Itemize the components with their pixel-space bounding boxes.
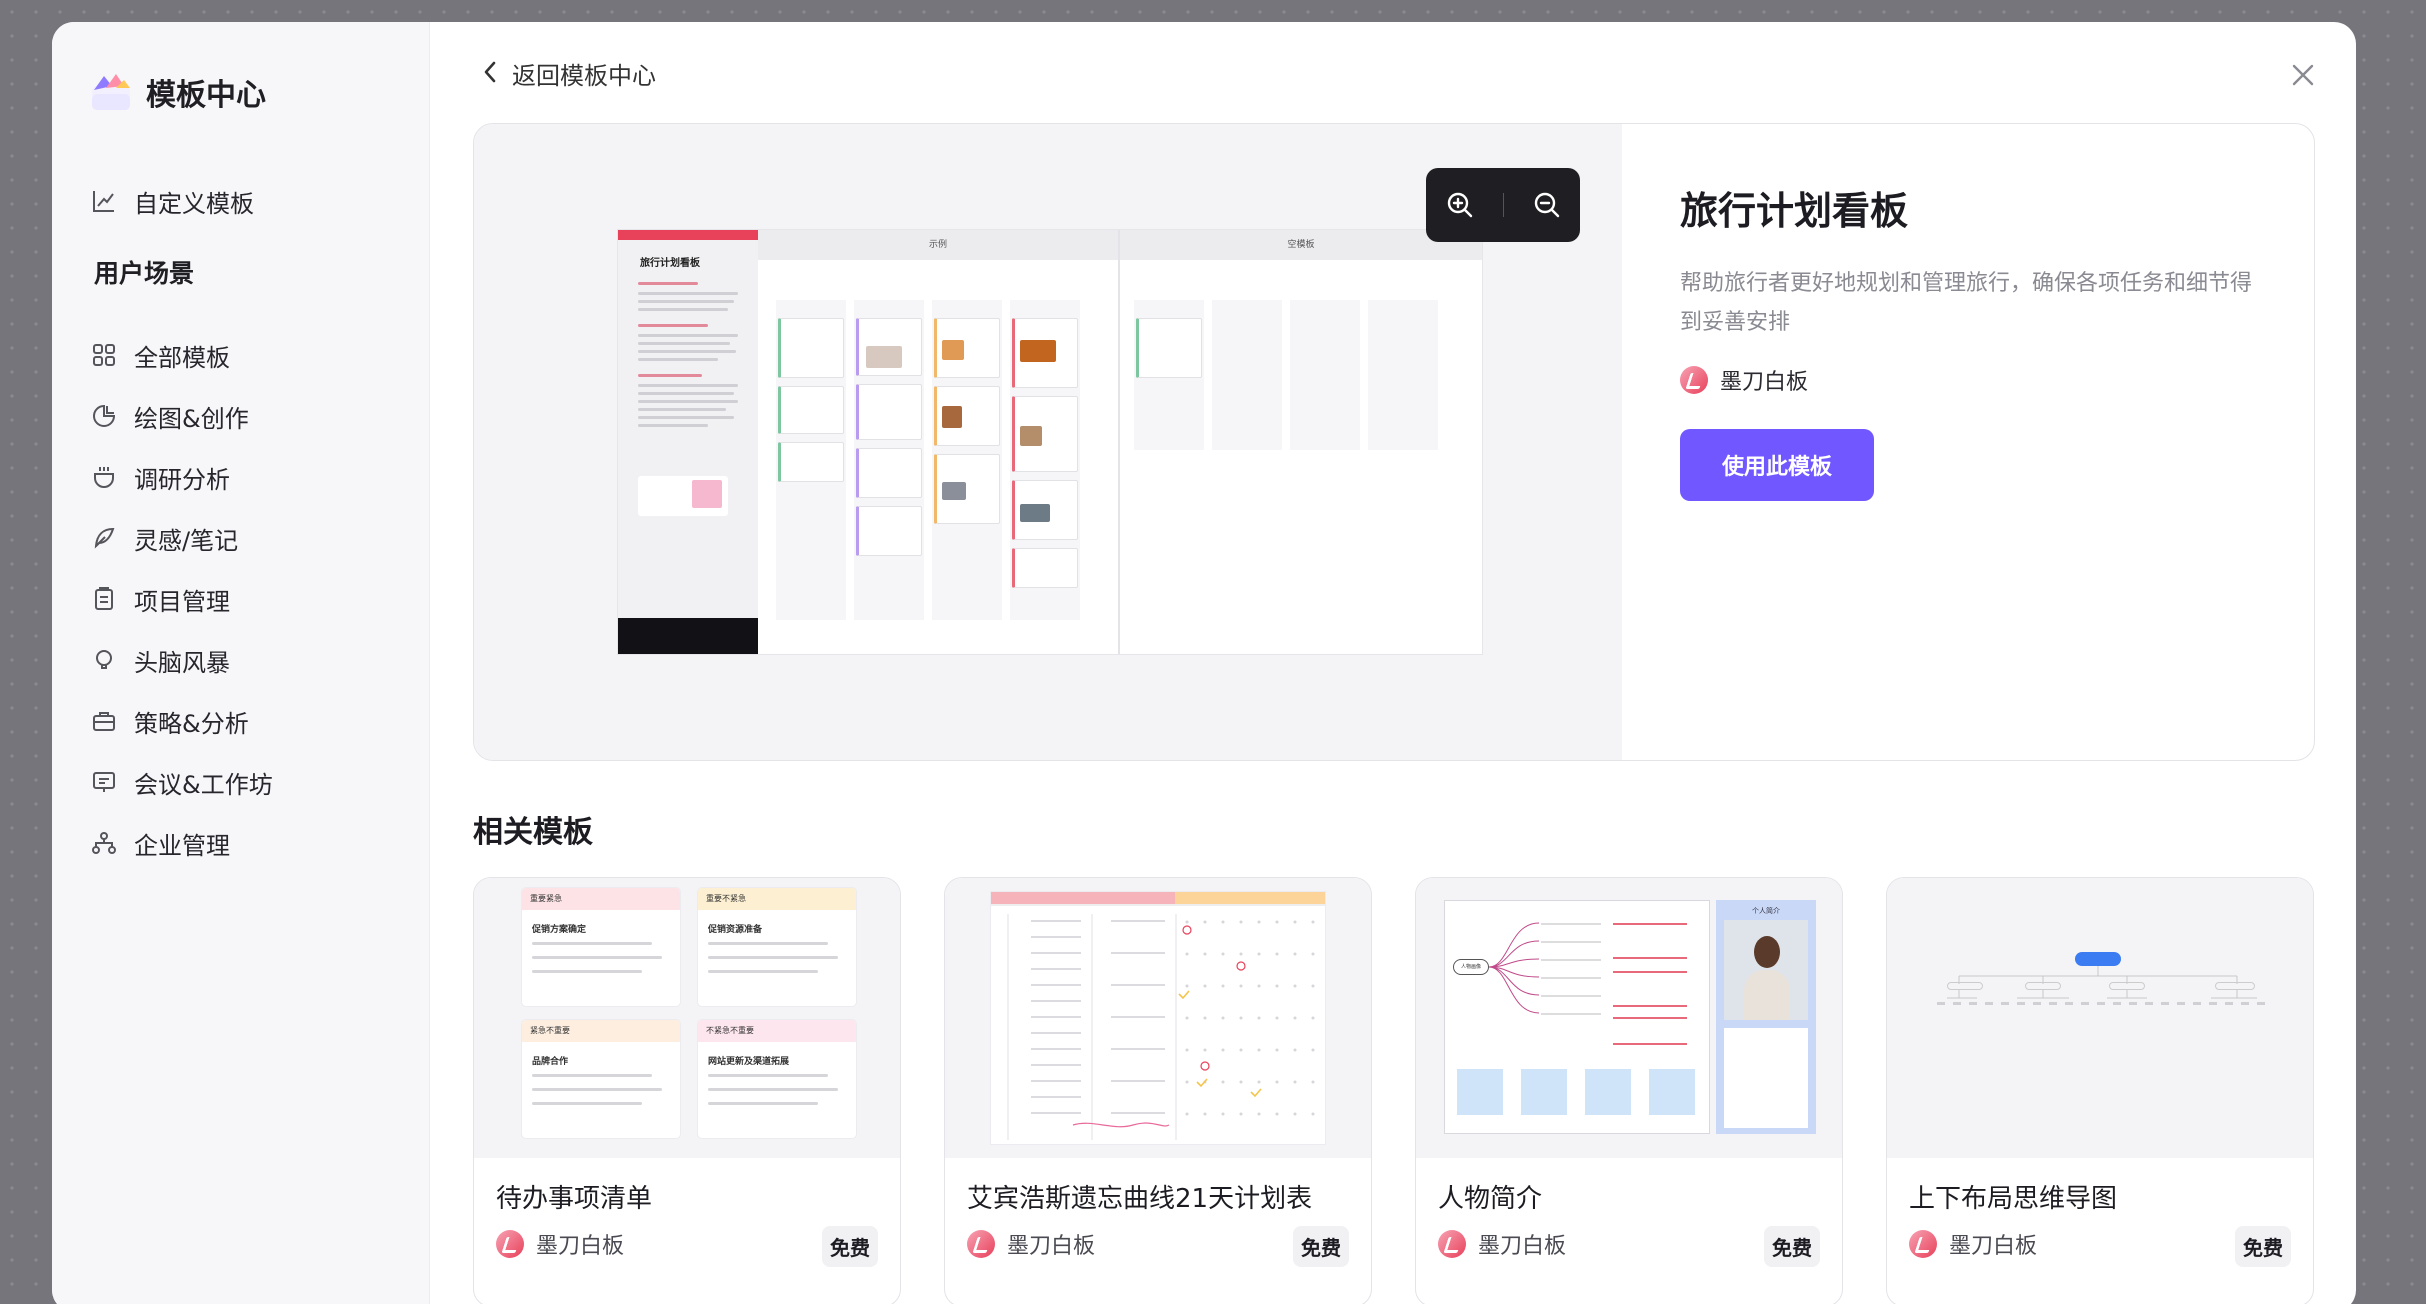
card-author: 墨刀白板 — [1909, 1228, 2037, 1260]
template-info: 旅行计划看板 帮助旅行者更好地规划和管理旅行，确保各项任务和细节得到妥善安排 墨… — [1622, 124, 2314, 760]
profile-node: 人物画像 — [1453, 959, 1489, 975]
sidebar-item-label: 灵感/笔记 — [134, 526, 239, 555]
related-card-profile[interactable]: 人物画像 个人简介 人物简介 墨刀白板 免费 — [1415, 877, 1843, 1304]
related-card-mindmap[interactable]: 上下布局思维导图 墨刀白板 免费 — [1886, 877, 2314, 1304]
template-description: 帮助旅行者更好地规划和管理旅行，确保各项任务和细节得到妥善安排 — [1680, 271, 2253, 335]
card-thumbnail: 重要紧急 促销方案确定 重要不紧急 促销资源准备 紧急不重要 品牌合作 不紧急不… — [474, 878, 900, 1158]
card-title: 待办事项清单 — [496, 1184, 653, 1214]
sidebar-item-drawing[interactable]: 绘图&创作 — [90, 394, 390, 438]
presentation-icon — [90, 768, 118, 796]
chevron-left-icon — [482, 60, 498, 88]
grid-icon — [90, 341, 118, 369]
sidebar-item-custom-templates[interactable]: 自定义模板 — [90, 179, 390, 223]
sidebar-section-title: 用户场景 — [94, 259, 195, 288]
preview-footer — [618, 618, 758, 654]
preview-title: 旅行计划看板 — [640, 258, 700, 269]
template-title: 旅行计划看板 — [1680, 189, 1909, 233]
quadrant: 重要不紧急 促销资源准备 — [698, 888, 856, 1006]
sidebar-item-label: 项目管理 — [134, 587, 230, 616]
sidebar-item-inspiration[interactable]: 灵感/笔记 — [90, 516, 390, 560]
free-badge: 免费 — [1764, 1226, 1820, 1267]
sidebar-item-meeting[interactable]: 会议&工作坊 — [90, 760, 390, 804]
use-template-button[interactable]: 使用此模板 — [1680, 429, 1874, 501]
quadrant: 紧急不重要 品牌合作 — [522, 1020, 680, 1138]
author-avatar-icon — [967, 1230, 995, 1258]
author-name: 墨刀白板 — [1007, 1234, 1096, 1259]
card-title: 人物简介 — [1438, 1184, 1543, 1214]
template-detail: 旅行计划看板 示例 空模板 旅行计划看板 帮助旅行者更好地规划和管理旅行，确保各… — [473, 123, 2315, 761]
sidebar-item-research[interactable]: 调研分析 — [90, 455, 390, 499]
related-card-ebbinghaus[interactable]: 艾宾浩斯遗忘曲线21天计划表 墨刀白板 免费 — [944, 877, 1372, 1304]
card-thumbnail — [1887, 878, 2313, 1158]
sidebar-item-all[interactable]: 全部模板 — [90, 333, 390, 377]
free-badge: 免费 — [2235, 1226, 2291, 1267]
brand-title: 模板中心 — [146, 78, 266, 113]
template-center-modal: 模板中心 自定义模板 用户场景 全部模板 绘图&创作 调研分析 灵感/笔记 项目… — [52, 22, 2356, 1304]
back-to-template-center[interactable]: 返回模板中心 — [482, 56, 656, 91]
brand: 模板中心 — [90, 70, 266, 114]
free-badge: 免费 — [1293, 1226, 1349, 1267]
briefcase-icon — [90, 707, 118, 735]
author-avatar-icon — [1438, 1230, 1466, 1258]
chart-edit-icon — [90, 187, 118, 215]
author-avatar-icon — [496, 1230, 524, 1258]
feather-icon — [90, 524, 118, 552]
sidebar-item-brainstorm[interactable]: 头脑风暴 — [90, 638, 390, 682]
sidebar-item-label: 头脑风暴 — [134, 648, 230, 677]
card-thumbnail — [945, 878, 1371, 1158]
card-title: 上下布局思维导图 — [1909, 1184, 2118, 1214]
profile-title: 个人简介 — [1752, 907, 1780, 915]
preview-board: 旅行计划看板 示例 空模板 — [618, 230, 1482, 654]
sidebar: 模板中心 自定义模板 用户场景 全部模板 绘图&创作 调研分析 灵感/笔记 项目… — [52, 22, 430, 1304]
zoom-out-icon[interactable] — [1523, 181, 1571, 229]
card-thumbnail: 人物画像 个人简介 — [1416, 878, 1842, 1158]
zoom-toolbar — [1426, 168, 1580, 242]
sidebar-item-label: 企业管理 — [134, 831, 230, 860]
zoom-in-icon[interactable] — [1436, 181, 1484, 229]
sidebar-item-label: 自定义模板 — [134, 189, 254, 218]
author-avatar-icon — [1680, 366, 1708, 394]
template-author: 墨刀白板 — [1680, 364, 1808, 396]
preview-sidebar: 旅行计划看板 — [618, 230, 758, 654]
sidebar-item-label: 会议&工作坊 — [134, 770, 273, 799]
card-author: 墨刀白板 — [1438, 1228, 1566, 1260]
palette-icon — [90, 402, 118, 430]
bulb-icon — [90, 646, 118, 674]
close-icon[interactable] — [2288, 60, 2318, 90]
sidebar-item-label: 策略&分析 — [134, 709, 249, 738]
card-author: 墨刀白板 — [496, 1228, 624, 1260]
sidebar-item-label: 绘图&创作 — [134, 404, 249, 433]
related-card-todo[interactable]: 重要紧急 促销方案确定 重要不紧急 促销资源准备 紧急不重要 品牌合作 不紧急不… — [473, 877, 901, 1304]
related-templates-title: 相关模板 — [473, 815, 593, 850]
preview-column-example: 示例 — [758, 230, 1118, 260]
sidebar-item-project[interactable]: 项目管理 — [90, 577, 390, 621]
author-name: 墨刀白板 — [1478, 1234, 1567, 1259]
sidebar-item-label: 全部模板 — [134, 343, 230, 372]
free-badge: 免费 — [822, 1226, 878, 1267]
back-label: 返回模板中心 — [512, 62, 656, 90]
card-title: 艾宾浩斯遗忘曲线21天计划表 — [967, 1184, 1313, 1214]
author-name: 墨刀白板 — [1720, 370, 1809, 395]
card-author: 墨刀白板 — [967, 1228, 1095, 1260]
sidebar-item-enterprise[interactable]: 企业管理 — [90, 821, 390, 865]
quadrant: 不紧急不重要 网站更新及渠道拓展 — [698, 1020, 856, 1138]
sidebar-item-strategy[interactable]: 策略&分析 — [90, 699, 390, 743]
clipboard-icon — [90, 585, 118, 613]
author-name: 墨刀白板 — [1949, 1234, 2038, 1259]
org-icon — [90, 829, 118, 857]
template-preview: 旅行计划看板 示例 空模板 — [474, 124, 1622, 760]
quadrant: 重要紧急 促销方案确定 — [522, 888, 680, 1006]
author-name: 墨刀白板 — [536, 1234, 625, 1259]
sidebar-item-label: 调研分析 — [134, 465, 230, 494]
template-center-logo-icon — [90, 72, 132, 112]
author-avatar-icon — [1909, 1230, 1937, 1258]
cup-icon — [90, 463, 118, 491]
